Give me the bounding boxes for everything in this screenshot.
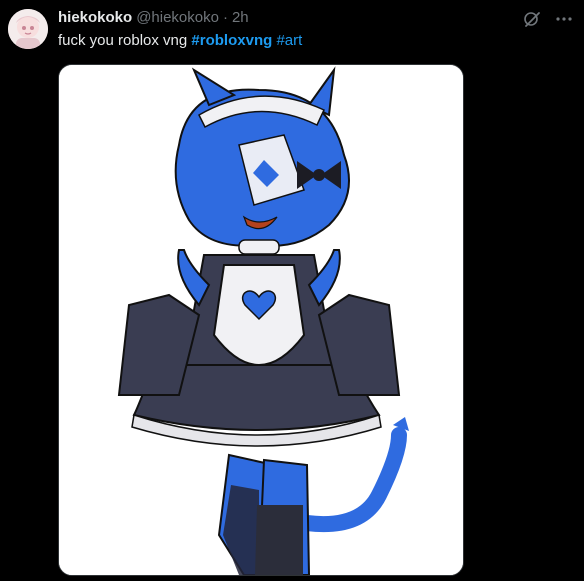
timestamp[interactable]: 2h xyxy=(232,9,249,26)
avatar-image xyxy=(8,9,48,49)
tweet: hiekokoko @hiekokoko · 2h fuck you roblo… xyxy=(0,0,584,581)
hashtag-art[interactable]: #art xyxy=(276,32,302,49)
tweet-actions xyxy=(522,9,574,29)
separator-dot: · xyxy=(222,9,228,26)
display-name[interactable]: hiekokoko xyxy=(58,9,132,26)
grok-icon[interactable] xyxy=(522,9,542,29)
user-handle[interactable]: @hiekokoko xyxy=(136,9,219,26)
tweet-header: hiekokoko @hiekokoko · 2h xyxy=(58,9,249,29)
tweet-text-content: fuck you roblox vng xyxy=(58,32,188,49)
avatar[interactable] xyxy=(8,9,48,49)
tweet-text: fuck you roblox vng #robloxvng #art xyxy=(58,32,302,49)
tweet-media[interactable] xyxy=(58,64,464,576)
artwork-image xyxy=(59,65,463,575)
hashtag-robloxvng[interactable]: #robloxvng xyxy=(191,32,272,49)
more-icon[interactable] xyxy=(554,9,574,29)
